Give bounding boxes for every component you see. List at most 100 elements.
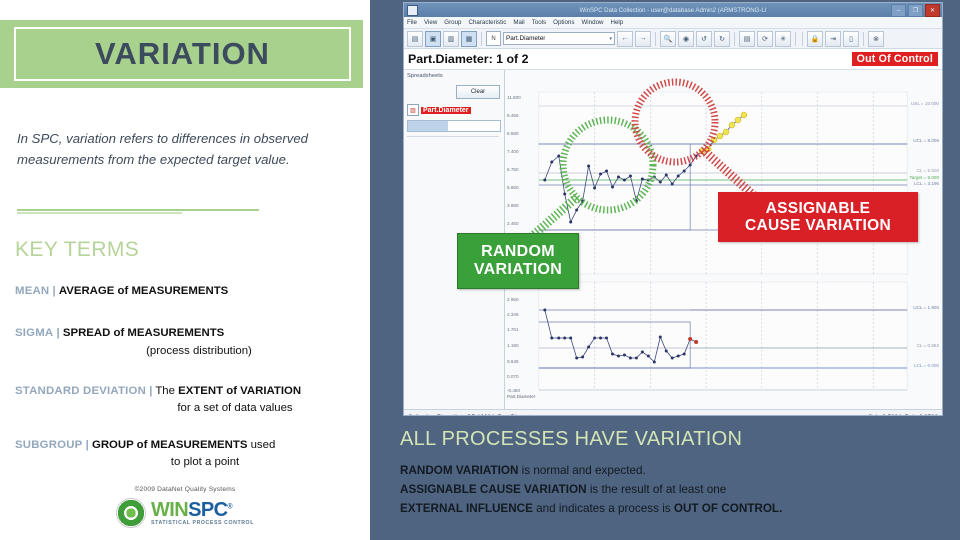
logo-win: WIN xyxy=(151,498,189,521)
characteristic-combo-value: Part.Diameter xyxy=(506,35,546,42)
limit-label-cl: CL = 5.600 xyxy=(916,168,939,173)
callout-random-line2: VARIATION xyxy=(473,261,563,278)
characteristic-combo[interactable]: Part.Diameter ▾ xyxy=(503,32,615,45)
logo-spc: SPC xyxy=(188,498,228,521)
term-definition: GROUP of MEASUREMENTS xyxy=(91,439,248,451)
callout-random-line1: RANDOM xyxy=(481,243,555,261)
conclusion-line-2: ASSIGNABLE CAUSE VARIATION is the result… xyxy=(400,481,940,500)
limit-label-lcl: LCL = 3.196 xyxy=(914,181,939,186)
close-button[interactable]: ✕ xyxy=(925,4,940,17)
divider-line xyxy=(17,209,259,211)
window-controls[interactable]: – ❐ ✕ xyxy=(891,4,940,17)
minimize-button[interactable]: – xyxy=(891,4,906,17)
save-document-icon[interactable]: ▦ xyxy=(461,30,477,47)
spreadsheet-list-item[interactable]: ▨ Part.Diameter xyxy=(407,104,499,116)
panel-divider xyxy=(407,136,499,137)
nav-next-button[interactable]: → xyxy=(635,30,651,47)
copy-document-icon[interactable]: ▥ xyxy=(443,30,459,47)
limit-label-range-cl: CL = 0.852 xyxy=(916,343,939,348)
status-collection-plan: Collection Plan: 'AutoOP 10604: Part.Dia… xyxy=(408,414,536,415)
part-title: Part.Diameter: 1 of 2 xyxy=(408,52,529,66)
y-tick-xbar-3: 7.400 xyxy=(507,149,519,154)
menu-group[interactable]: Group xyxy=(444,19,461,26)
globe-icon[interactable]: ◉ xyxy=(678,30,694,47)
refresh-icon[interactable]: ⟳ xyxy=(757,30,773,47)
conclusion-body: RANDOM VARIATION is normal and expected.… xyxy=(400,462,940,519)
conclusion-line3-bold2: OUT OF CONTROL. xyxy=(673,501,783,515)
key-term-sigma: SIGMA | SPREAD of MEASUREMENTS (process … xyxy=(15,326,375,360)
toolbar-separator xyxy=(795,31,796,46)
toolbar-separator xyxy=(802,31,803,46)
term-definition: EXTENT of VARIATION xyxy=(178,385,302,397)
term-label: MEAN xyxy=(15,285,50,297)
winspc-wordmark: WINSPC® xyxy=(151,500,254,520)
toolbar-separator xyxy=(481,31,482,46)
divider-line-secondary xyxy=(17,212,182,214)
winspc-logo-mark-icon xyxy=(116,498,147,528)
conclusion-line2-rest: is the result of at least one xyxy=(586,482,727,496)
term-definition: AVERAGE of MEASUREMENTS xyxy=(58,285,229,297)
toolbar[interactable]: ▤ ▣ ▥ ▦ N Part.Diameter ▾ ← → 🔍 ◉ ↺ ↻ ▤ … xyxy=(404,29,942,49)
key-term-standard-deviation: STANDARD DEVIATION | The EXTENT of VARIA… xyxy=(15,384,375,417)
y-tick-xbar-0: 11.800 xyxy=(507,95,521,100)
status-bar: Collection Plan: 'AutoOP 10604: Part.Dia… xyxy=(404,409,942,415)
term-label: STANDARD DEVIATION xyxy=(15,385,147,397)
key-term-mean: MEAN | AVERAGE of MEASUREMENTS xyxy=(15,284,375,299)
x-axis-label: Part.Diameter xyxy=(507,394,536,399)
y-tick-range-5: 0.645 xyxy=(507,359,519,364)
new-document-icon[interactable]: ▤ xyxy=(407,30,423,47)
callout-assignable-line2: CAUSE VARIATION xyxy=(744,217,891,234)
menu-tools[interactable]: Tools xyxy=(532,19,546,26)
y-tick-xbar-4: 6.750 xyxy=(507,167,519,172)
lock-icon[interactable]: 🔒 xyxy=(807,30,823,47)
redo-icon[interactable]: ↻ xyxy=(714,30,730,47)
title-frame: VARIATION xyxy=(14,27,351,81)
calculator-icon[interactable]: ▤ xyxy=(739,30,755,47)
menu-help[interactable]: Help xyxy=(610,19,623,26)
limit-label-range-ucl: UCL = 1.900 xyxy=(913,305,939,310)
conclusion-line2-bold: ASSIGNABLE CAUSE VARIATION xyxy=(400,482,587,496)
winspc-logo-text: WINSPC® STATISTICAL PROCESS CONTROL xyxy=(151,500,254,526)
toolbar-separator xyxy=(655,31,656,46)
link-icon[interactable]: ⇥ xyxy=(825,30,841,47)
slide-canvas: VARIATION In SPC, variation refers to di… xyxy=(0,0,960,540)
status-badge: Out Of Control xyxy=(851,52,938,66)
part-header: Part.Diameter: 1 of 2 Out Of Control xyxy=(404,49,942,70)
conclusion-line-3: EXTERNAL INFLUENCE and indicates a proce… xyxy=(400,500,940,519)
menu-file[interactable]: File xyxy=(407,19,417,26)
intro-paragraph: In SPC, variation refers to differences … xyxy=(17,131,309,167)
maximize-button[interactable]: ❐ xyxy=(908,4,923,17)
toolbar-separator xyxy=(863,31,864,46)
y-tick-xbar-1: 9.465 xyxy=(507,113,519,118)
menu-view[interactable]: View xyxy=(424,19,437,26)
callout-assignable-line1: ASSIGNABLE xyxy=(765,199,871,217)
copyright-text: ©2009 DataNet Quality Systems xyxy=(134,486,236,493)
window-titlebar[interactable]: WinSPC Data Collection - user@database A… xyxy=(404,3,942,17)
spreadsheets-label: Spreadsheets xyxy=(407,73,443,79)
stop-icon[interactable]: ✳ xyxy=(775,30,791,47)
undo-icon[interactable]: ↺ xyxy=(696,30,712,47)
y-tick-range-4: 1.190 xyxy=(507,343,519,348)
menu-options[interactable]: Options xyxy=(553,19,574,26)
left-content-panel: VARIATION In SPC, variation refers to di… xyxy=(0,0,370,540)
open-document-icon[interactable]: ▣ xyxy=(425,30,441,47)
nav-prev-button[interactable]: ← xyxy=(617,30,633,47)
y-tick-xbar-6: 3.880 xyxy=(507,203,519,208)
callout-random-variation: RANDOM VARIATION xyxy=(457,233,579,289)
limit-label-range-lcl: LCL = 0.000 xyxy=(914,363,939,368)
subgroup-spinner[interactable]: N xyxy=(486,31,501,46)
paste-icon[interactable]: ▯ xyxy=(843,30,859,47)
menu-bar[interactable]: File View Group Characteristic Mail Tool… xyxy=(404,17,942,29)
term-subtext: for a set of data values xyxy=(177,402,293,415)
y-tick-xbar-5: 5.650 xyxy=(507,185,519,190)
menu-mail[interactable]: Mail xyxy=(513,19,524,26)
term-separator: | xyxy=(56,327,60,339)
menu-window[interactable]: Window xyxy=(581,19,603,26)
zoom-icon[interactable]: 🔍 xyxy=(660,30,676,47)
clear-button[interactable]: Clear xyxy=(456,85,500,99)
term-definition-prefix: The xyxy=(155,385,179,397)
exit-icon[interactable]: ⊗ xyxy=(868,30,884,47)
term-subtext: to plot a point xyxy=(170,456,240,469)
term-subtext: (process distribution) xyxy=(146,345,252,358)
menu-characteristic[interactable]: Characteristic xyxy=(469,19,507,26)
